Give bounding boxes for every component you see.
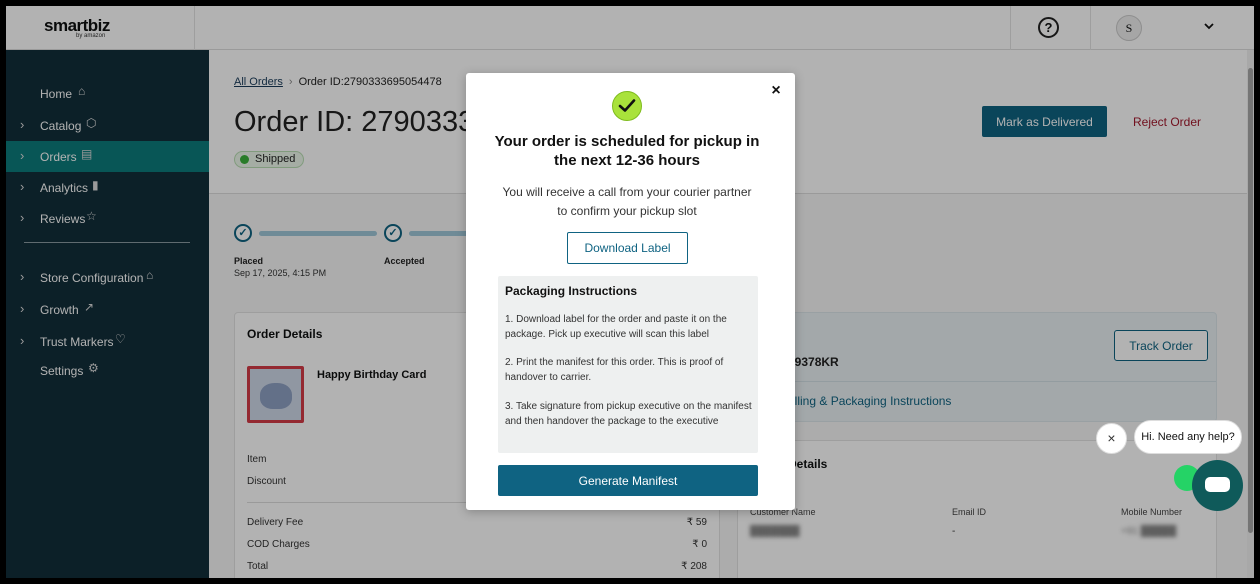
check-circle-icon xyxy=(612,91,642,121)
instruction-step: 3. Take signature from pickup executive … xyxy=(505,401,752,427)
instruction-step: 1. Download label for the order and past… xyxy=(505,314,727,340)
modal-subtitle: You will receive a call from your courie… xyxy=(502,185,752,218)
chat-greeting-bubble[interactable]: Hi. Need any help? xyxy=(1134,420,1242,454)
download-label-button[interactable]: Download Label xyxy=(567,232,688,264)
instruction-step: 2. Print the manifest for this order. Th… xyxy=(505,357,724,383)
app-frame: smartbiz by amazon ? S Home ⌂ › Catalog … xyxy=(6,6,1254,578)
chat-close-icon[interactable]: × xyxy=(1096,423,1127,454)
close-icon[interactable]: × xyxy=(767,82,785,100)
chat-launcher-button[interactable] xyxy=(1192,460,1243,511)
generate-manifest-button[interactable]: Generate Manifest xyxy=(498,465,758,496)
packaging-instructions-title: Packaging Instructions xyxy=(505,284,638,298)
modal-title: Your order is scheduled for pickup in th… xyxy=(494,133,760,169)
packaging-instructions: Packaging Instructions 1. Download label… xyxy=(498,276,758,453)
chat-message-icon xyxy=(1205,477,1230,492)
pickup-scheduled-modal: × Your order is scheduled for pickup in … xyxy=(466,73,795,510)
